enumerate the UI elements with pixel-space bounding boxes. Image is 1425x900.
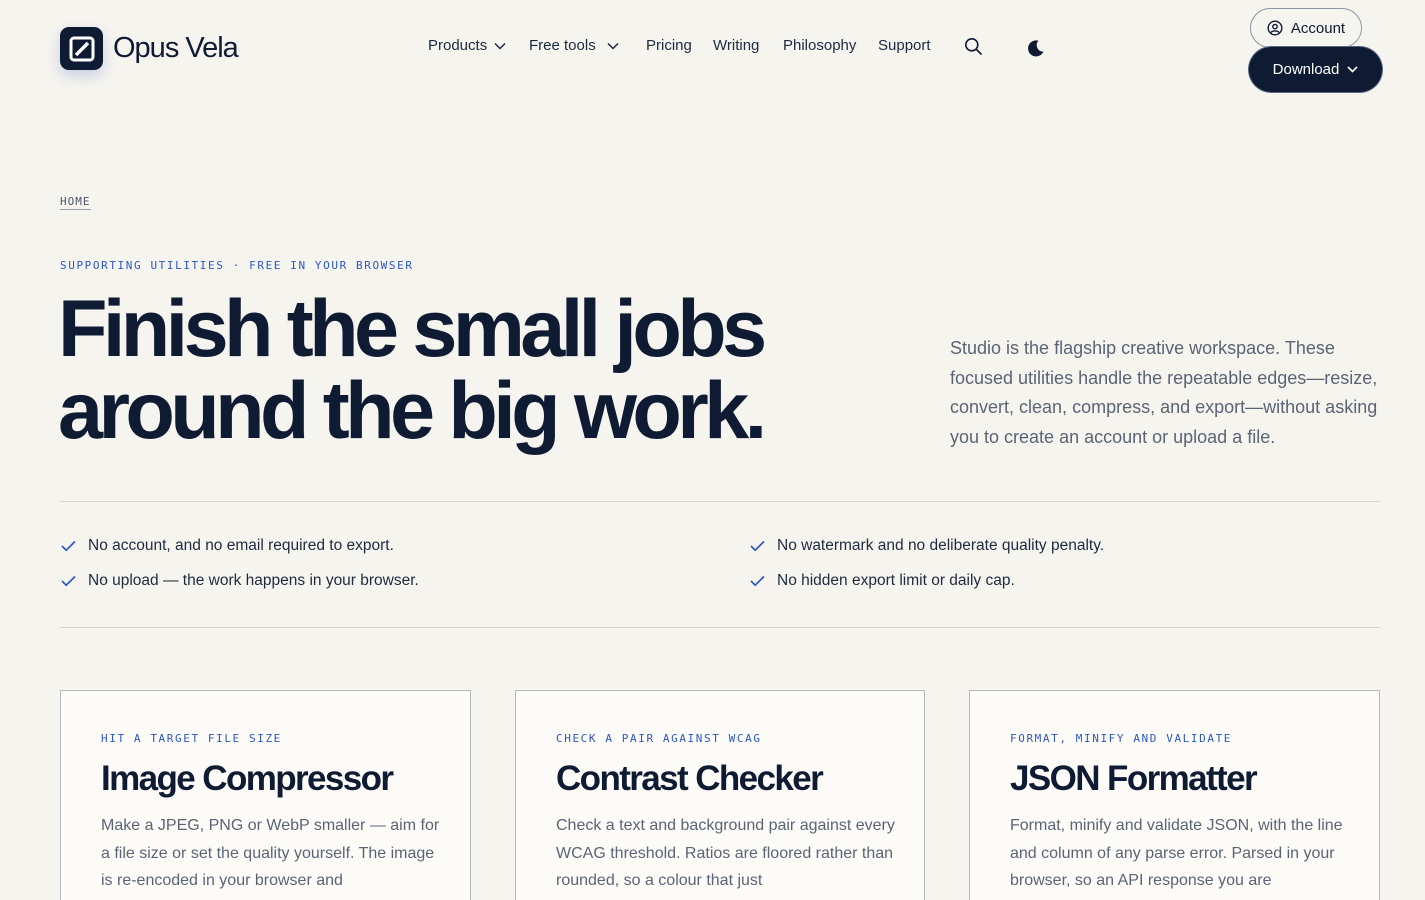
check-item: No watermark and no deliberate quality p… <box>750 537 1104 555</box>
check-item-text: No hidden export limit or daily cap. <box>777 572 1015 589</box>
card-description: Format, minify and validate JSON, with t… <box>1010 817 1343 889</box>
check-item: No upload — the work happens in your bro… <box>61 572 419 590</box>
download-button-label: Download <box>1272 61 1340 78</box>
card-title: Image Compressor <box>101 759 394 798</box>
hero-title: Finish the small jobs around the big wor… <box>58 284 767 456</box>
nav-item-philosophy[interactable]: Philosophy <box>783 37 856 54</box>
nav-item-label: Writing <box>713 37 760 54</box>
nav-item-pricing[interactable]: Pricing <box>646 37 692 54</box>
nav-item-support[interactable]: Support <box>878 37 931 54</box>
nav-item-label: Philosophy <box>783 37 857 54</box>
download-button[interactable]: Download <box>1251 49 1380 90</box>
chevron-down-icon <box>1347 66 1358 73</box>
tool-card-contrast-checker[interactable]: CHECK A PAIR AGAINST WCAG Contrast Check… <box>515 690 925 900</box>
logo-mark-icon <box>60 27 103 70</box>
user-circle-icon <box>1267 20 1283 36</box>
hero-eyebrow: SUPPORTING UTILITIES · FREE IN YOUR BROW… <box>60 259 414 272</box>
nav-item-writing[interactable]: Writing <box>713 37 759 54</box>
check-item: No hidden export limit or daily cap. <box>750 572 1015 590</box>
divider <box>60 627 1380 628</box>
nav-item-label: Pricing <box>646 37 692 54</box>
check-icon <box>61 540 76 552</box>
check-item-text: No account, and no email required to exp… <box>88 537 394 554</box>
card-description: Check a text and background pair against… <box>556 817 895 889</box>
check-icon <box>750 540 765 552</box>
card-description: Make a JPEG, PNG or WebP smaller — aim f… <box>101 817 440 889</box>
breadcrumb-home-link[interactable]: HOME <box>60 195 91 210</box>
card-title: Contrast Checker <box>556 759 824 798</box>
check-icon <box>61 575 76 587</box>
account-button[interactable]: Account <box>1250 8 1362 48</box>
divider <box>60 501 1380 502</box>
check-item: No account, and no email required to exp… <box>61 537 394 555</box>
brand-name: Opus Vela <box>113 32 239 64</box>
nav-item-free-tools[interactable]: Free tools <box>529 37 619 54</box>
theme-toggle-button[interactable] <box>1026 39 1045 58</box>
nav-item-label: Products <box>428 37 488 54</box>
check-item-text: No upload — the work happens in your bro… <box>88 572 419 589</box>
nav-item-label: Support <box>878 37 931 54</box>
nav-item-label: Free tools <box>529 37 596 54</box>
check-icon <box>750 575 765 587</box>
search-icon <box>965 38 982 55</box>
account-button-label: Account <box>1290 19 1346 37</box>
tool-card-image-compressor[interactable]: HIT A TARGET FILE SIZE Image Compressor … <box>60 690 471 900</box>
tool-card-json-formatter[interactable]: FORMAT, MINIFY AND VALIDATE JSON Formatt… <box>969 690 1380 900</box>
card-eyebrow: FORMAT, MINIFY AND VALIDATE <box>1010 732 1233 745</box>
hero-description: Studio is the flagship creative workspac… <box>950 338 1378 447</box>
chevron-down-icon <box>607 42 619 50</box>
nav-item-products[interactable]: Products <box>428 37 506 54</box>
card-eyebrow: HIT A TARGET FILE SIZE <box>101 732 282 745</box>
card-title: JSON Formatter <box>1010 759 1258 798</box>
search-button[interactable] <box>964 37 983 56</box>
moon-icon <box>1028 40 1044 57</box>
brand-logo[interactable]: Opus Vela <box>60 27 239 70</box>
chevron-down-icon <box>494 42 506 50</box>
card-eyebrow: CHECK A PAIR AGAINST WCAG <box>556 732 762 745</box>
check-item-text: No watermark and no deliberate quality p… <box>777 537 1105 554</box>
